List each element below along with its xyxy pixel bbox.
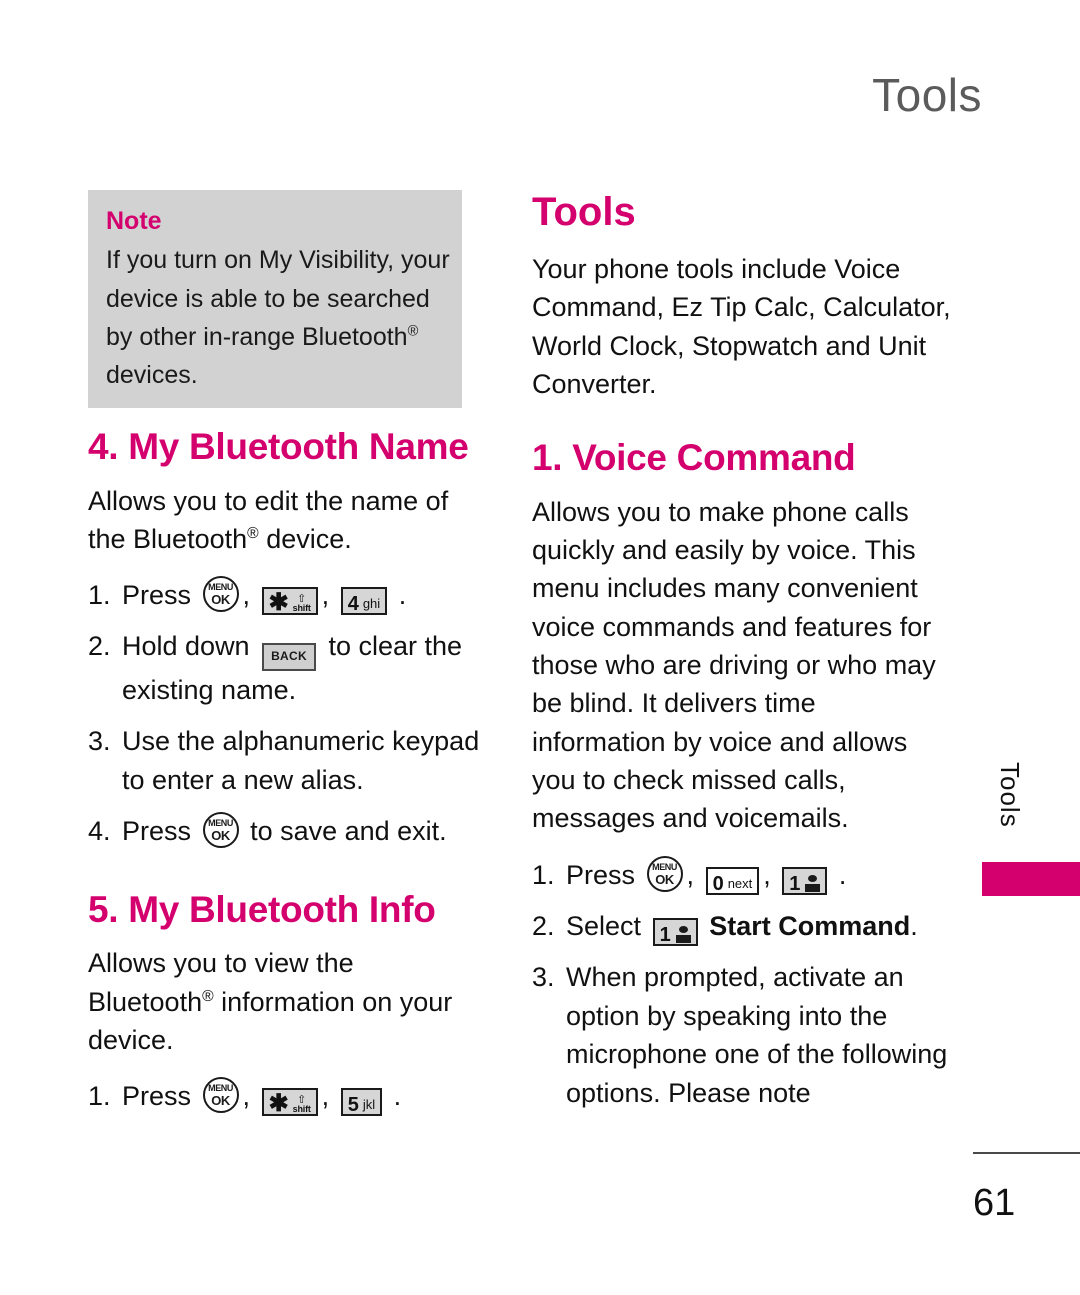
side-tab-bar xyxy=(982,862,1080,896)
body-tools: Your phone tools include Voice Command, … xyxy=(532,254,951,399)
shift-sub-block: ⇧ shift xyxy=(292,594,311,614)
registered-mark: ® xyxy=(247,525,259,543)
step-text: Use the alphanumeric keypad to enter a n… xyxy=(122,726,480,796)
one-voicemail-key-icon[interactable]: 1 xyxy=(782,866,828,895)
step-suffix: . xyxy=(910,910,918,941)
registered-mark: ® xyxy=(202,987,214,1005)
zero-key-label: next xyxy=(727,875,753,891)
note-title: Note xyxy=(106,207,162,235)
page-number: 61 xyxy=(973,1182,1016,1224)
four-ghi-key-icon[interactable]: 4 ghi xyxy=(340,587,388,616)
one-key-digit: 1 xyxy=(659,923,671,946)
zero-next-key-icon[interactable]: 0 next xyxy=(705,866,760,895)
one-key-digit: 1 xyxy=(789,872,801,895)
step-prefix: Press xyxy=(566,859,636,890)
step-number: 1. xyxy=(88,1081,111,1112)
heading-my-bluetooth-name: 4. My Bluetooth Name xyxy=(88,426,469,468)
step-prefix: Press xyxy=(122,815,192,846)
step-text: When prompted, activate an option by spe… xyxy=(566,961,948,1109)
menu-ok-key-bottom-label: OK xyxy=(211,827,230,843)
step-number: 1. xyxy=(532,859,555,890)
step-suffix: to save and exit. xyxy=(250,815,447,846)
step-item: 4. Press MENU OK to save and exit. xyxy=(88,811,480,851)
note-body: If you turn on My Visibility, your devic… xyxy=(106,246,450,389)
step-suffix: . xyxy=(393,1081,402,1112)
menu-ok-key-icon[interactable]: MENU OK xyxy=(202,1077,239,1114)
step-number: 3. xyxy=(532,961,555,992)
back-key-icon[interactable]: BACK xyxy=(262,643,316,672)
menu-ok-key-icon[interactable]: MENU OK xyxy=(202,811,239,848)
voicemail-icon-top xyxy=(678,926,688,934)
five-jkl-key-icon[interactable]: 5 jkl xyxy=(340,1088,383,1117)
step-number: 3. xyxy=(88,726,111,757)
menu-ok-key-bottom-label: OK xyxy=(211,592,230,608)
side-tab-label: Tools xyxy=(995,762,1025,828)
step-text: Press MENU OK, ✱ ⇧ shift, 4 ghi . xyxy=(122,576,480,617)
one-voicemail-key-icon[interactable]: 1 xyxy=(652,917,698,946)
step-prefix: Select xyxy=(566,910,642,941)
heading-tools: Tools xyxy=(532,190,636,234)
step-number: 2. xyxy=(532,910,555,941)
voicemail-icon-bottom xyxy=(805,884,821,893)
four-key-digit: 4 xyxy=(347,593,359,616)
step-prefix: Press xyxy=(122,1081,192,1112)
page-title: Tools xyxy=(872,69,982,121)
step-item: 1. Press MENU OK, 0 next, 1 . xyxy=(532,855,952,895)
heading-voice-command: 1. Voice Command xyxy=(532,437,856,479)
menu-ok-key-top-label: MENU xyxy=(208,817,233,828)
body-my-bluetooth-info: Allows you to view the Bluetooth® inform… xyxy=(88,948,453,1055)
voicemail-icon xyxy=(675,926,691,944)
step-text: Hold down BACK to clear the existing nam… xyxy=(122,627,480,710)
shift-sub-block: ⇧ shift xyxy=(292,1095,311,1115)
step-text: Press MENU OK to save and exit. xyxy=(122,811,480,851)
five-key-letters: jkl xyxy=(362,1097,376,1113)
body-voice-command: Allows you to make phone calls quickly a… xyxy=(532,496,936,834)
step-number: 1. xyxy=(88,580,111,611)
step-suffix: . xyxy=(398,580,407,611)
menu-ok-key-icon[interactable]: MENU OK xyxy=(646,855,683,892)
step-suffix-bold: Start Command xyxy=(709,910,911,941)
heading-my-bluetooth-info: 5. My Bluetooth Info xyxy=(88,888,436,930)
menu-ok-key-bottom-label: OK xyxy=(211,1093,230,1109)
menu-ok-key-icon[interactable]: MENU OK xyxy=(202,576,239,613)
registered-mark: ® xyxy=(407,323,419,340)
voicemail-icon xyxy=(805,875,821,893)
step-item: 3. Use the alphanumeric keypad to enter … xyxy=(88,722,480,800)
footer-divider xyxy=(973,1152,1080,1154)
four-key-letters: ghi xyxy=(362,596,381,612)
shift-key-label: shift xyxy=(292,1104,311,1115)
voicemail-icon-top xyxy=(808,875,818,883)
step-prefix: Press xyxy=(122,580,192,611)
step-item: 1. Press MENU OK, ✱ ⇧ shift, 5 jkl . xyxy=(88,1077,480,1118)
step-number: 4. xyxy=(88,815,111,846)
step-item: 1. Press MENU OK, ✱ ⇧ shift, 4 ghi . xyxy=(88,576,480,617)
left-column: Note If you turn on My Visibility, your … xyxy=(88,190,480,1128)
voicemail-icon-bottom xyxy=(675,935,691,944)
menu-ok-key-top-label: MENU xyxy=(208,582,233,593)
step-text: Press MENU OK, ✱ ⇧ shift, 5 jkl . xyxy=(122,1077,480,1118)
step-prefix: Hold down xyxy=(122,631,250,662)
step-text: Press MENU OK, 0 next, 1 . xyxy=(566,855,952,895)
asterisk-icon: ✱ xyxy=(268,589,289,617)
menu-ok-key-top-label: MENU xyxy=(652,861,677,872)
star-shift-key-icon[interactable]: ✱ ⇧ shift xyxy=(261,587,318,617)
star-shift-key-icon[interactable]: ✱ ⇧ shift xyxy=(261,1088,318,1118)
step-item: 2. Hold down BACK to clear the existing … xyxy=(88,627,480,710)
five-key-digit: 5 xyxy=(347,1094,359,1117)
shift-key-label: shift xyxy=(292,603,311,614)
step-item: 2. Select 1 Start Command. xyxy=(532,907,952,946)
menu-ok-key-bottom-label: OK xyxy=(655,871,674,887)
step-item: 3. When prompted, activate an option by … xyxy=(532,958,952,1114)
menu-ok-key-top-label: MENU xyxy=(208,1083,233,1094)
body-my-bluetooth-name: Allows you to edit the name of the Bluet… xyxy=(88,485,449,555)
step-suffix: . xyxy=(838,859,847,890)
asterisk-icon: ✱ xyxy=(268,1090,289,1118)
step-number: 2. xyxy=(88,631,111,662)
right-column: Tools Your phone tools include Voice Com… xyxy=(532,190,952,1125)
zero-key-digit: 0 xyxy=(712,872,724,895)
note-box: Note If you turn on My Visibility, your … xyxy=(88,190,462,409)
step-text: Select 1 Start Command. xyxy=(566,907,952,946)
